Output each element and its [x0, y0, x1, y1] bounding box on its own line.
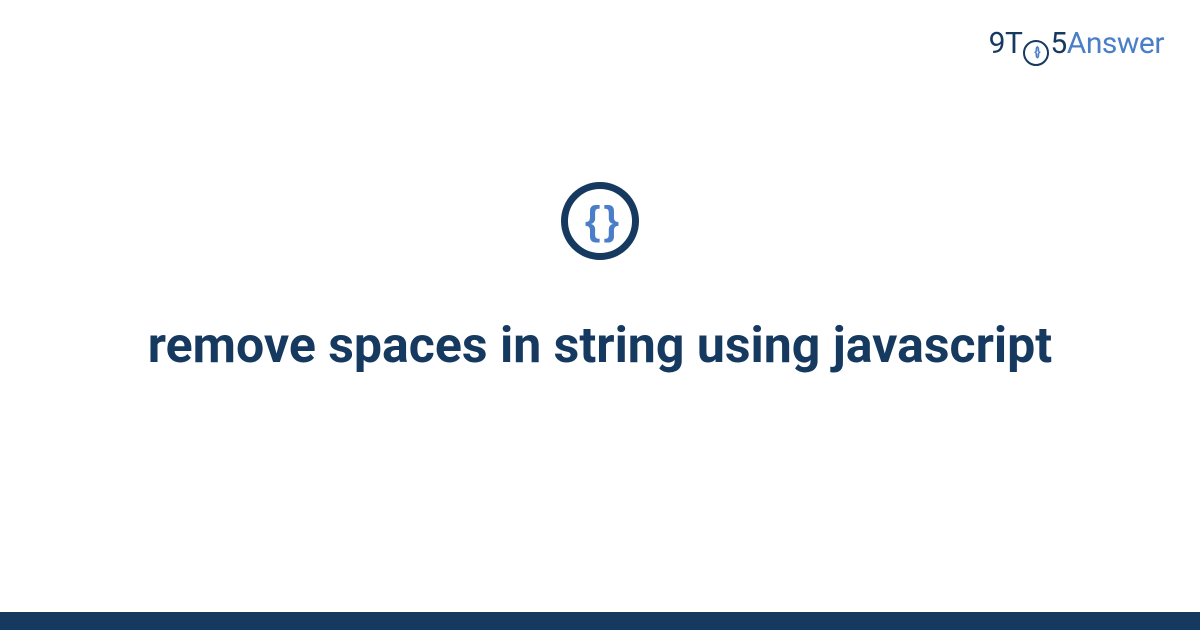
footer-accent-bar — [0, 612, 1200, 630]
code-braces-icon: { } — [561, 182, 639, 260]
main-content: { } remove spaces in string using javasc… — [0, 0, 1200, 630]
braces-glyph: { } — [585, 201, 615, 241]
page-title: remove spaces in string using javascript — [108, 315, 1092, 378]
